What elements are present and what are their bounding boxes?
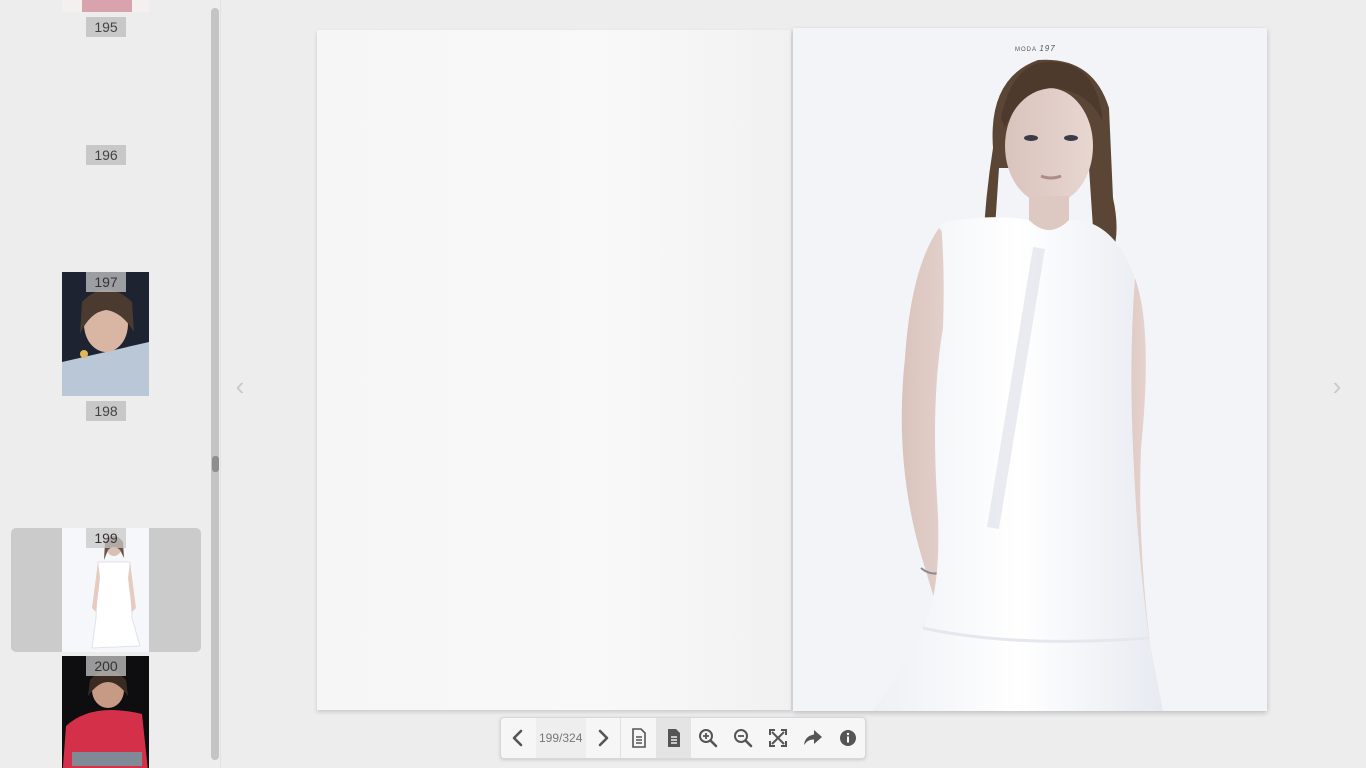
zoom-out-icon xyxy=(734,729,753,748)
left-page-blank[interactable] xyxy=(317,30,791,710)
flipbook-viewer: 195 196 197 198 199 200 ‹ › MODA 197 199… xyxy=(0,0,1366,768)
page-spread: MODA 197 xyxy=(317,28,1267,711)
right-page[interactable]: MODA 197 xyxy=(793,28,1267,711)
page-counter[interactable]: 199/324 xyxy=(535,718,586,758)
single-page-view-button[interactable] xyxy=(621,718,656,758)
sidebar-scrollbar-track[interactable] xyxy=(211,8,219,760)
next-page-arrow-icon[interactable]: › xyxy=(1327,372,1347,400)
info-button[interactable] xyxy=(830,718,865,758)
next-page-button[interactable] xyxy=(586,718,621,758)
thumbnail-label: 199 xyxy=(86,528,126,548)
info-icon xyxy=(839,730,856,746)
zoom-in-button[interactable] xyxy=(691,718,726,758)
thumbnail-image xyxy=(62,0,149,12)
chevron-right-icon xyxy=(598,729,609,747)
thumbnail-label: 200 xyxy=(86,656,126,676)
viewer-toolbar: 199/324 xyxy=(500,717,866,759)
zoom-in-icon xyxy=(699,729,718,748)
fullscreen-icon xyxy=(769,729,788,747)
thumbnail-page-195[interactable] xyxy=(11,0,201,12)
fashion-photo xyxy=(793,28,1267,711)
thumbnail-page-200[interactable]: 200 xyxy=(11,656,201,768)
folio-number: 197 xyxy=(1039,44,1056,53)
prev-page-arrow-icon[interactable]: ‹ xyxy=(230,372,250,400)
chevron-left-icon xyxy=(513,729,523,747)
share-button[interactable] xyxy=(795,718,830,758)
sidebar-scrollbar-thumb[interactable] xyxy=(212,456,219,472)
fullscreen-button[interactable] xyxy=(761,718,796,758)
previous-page-button[interactable] xyxy=(501,718,536,758)
thumbnail-page-199[interactable]: 199 xyxy=(11,528,201,652)
thumbnail-sidebar[interactable]: 195 196 197 198 199 200 xyxy=(0,0,221,768)
share-arrow-icon xyxy=(803,730,822,745)
thumbnail-label: 197 xyxy=(86,272,126,292)
document-outline-icon xyxy=(631,728,646,748)
document-filled-icon xyxy=(667,729,680,747)
double-page-view-button[interactable] xyxy=(656,718,691,758)
zoom-out-button[interactable] xyxy=(726,718,761,758)
thumbnail-label: 195 xyxy=(86,17,126,37)
thumbnail-label: 198 xyxy=(86,401,126,421)
thumbnail-label: 196 xyxy=(86,145,126,165)
page-folio: MODA 197 xyxy=(1015,44,1056,53)
thumbnail-page-197[interactable]: 197 xyxy=(11,272,201,396)
folio-section: MODA xyxy=(1015,47,1037,53)
